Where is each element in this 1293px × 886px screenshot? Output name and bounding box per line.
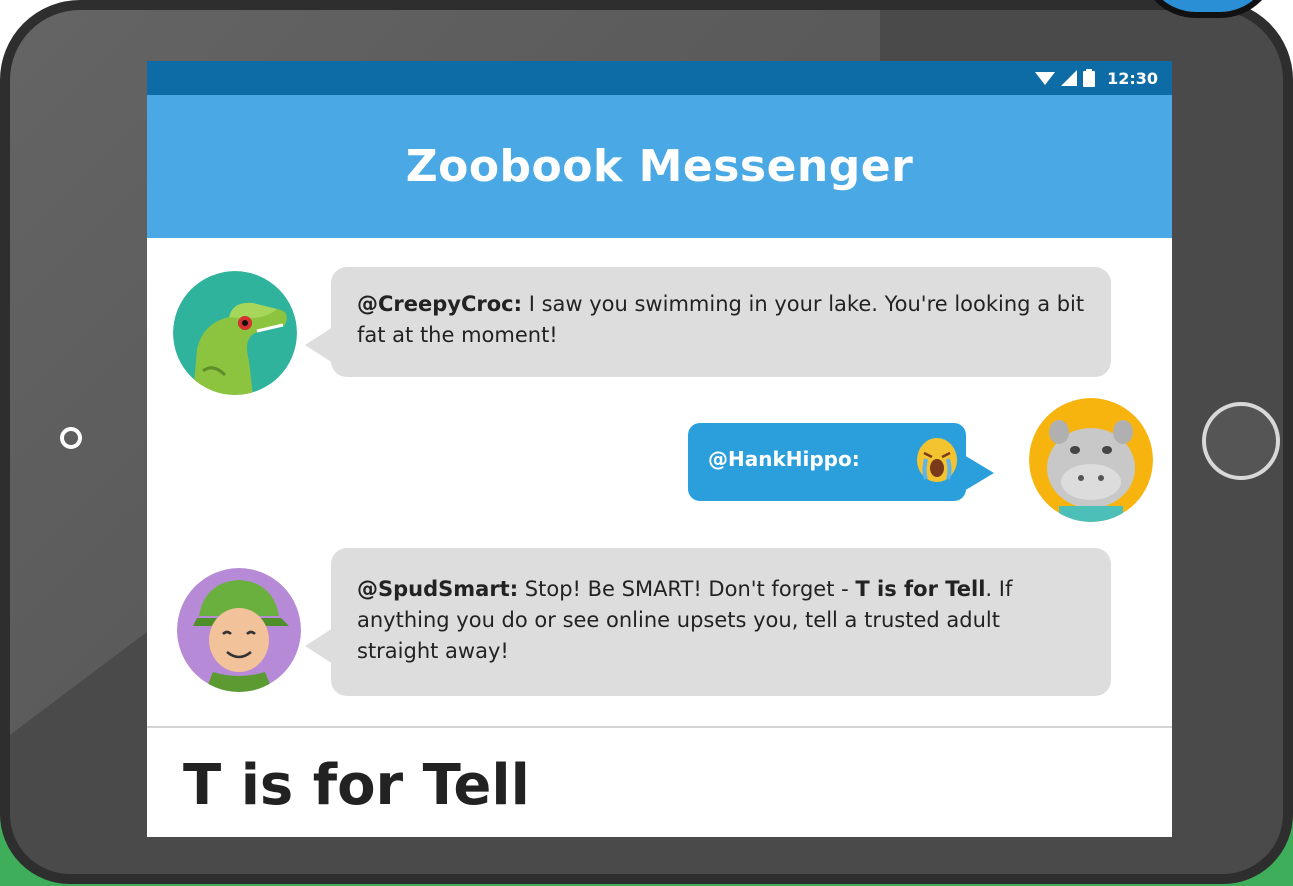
- bubble-tail: [305, 628, 333, 664]
- divider: [147, 726, 1172, 728]
- tablet-screen: 12:30 Zoobook Messenger @CreepyCroc: I s…: [147, 61, 1172, 837]
- battery-icon: [1083, 69, 1096, 87]
- status-bar: 12:30: [147, 61, 1172, 95]
- camera-dot-icon: [60, 427, 82, 449]
- status-time: 12:30: [1107, 68, 1158, 88]
- status-icons: 12:30: [1035, 67, 1158, 89]
- message-text-before: Stop! Be SMART! Don't forget -: [518, 577, 856, 601]
- app-header: Zoobook Messenger: [147, 95, 1172, 238]
- wifi-icon: [1035, 72, 1056, 85]
- message-sender: @HankHippo:: [708, 447, 860, 471]
- message-bubble-hankhippo: @HankHippo:: [688, 423, 994, 501]
- home-button[interactable]: [1202, 402, 1280, 480]
- message-text-bold: T is for Tell: [855, 577, 986, 601]
- crocodile-avatar: [173, 271, 297, 395]
- message-bubble-creepycroc: @CreepyCroc: I saw you swimming in your …: [305, 267, 1111, 377]
- bubble-tail: [305, 327, 333, 363]
- hippo-avatar: [1029, 398, 1153, 522]
- message-sender: @SpudSmart:: [357, 577, 519, 601]
- message-bubble-spudsmart: @SpudSmart: Stop! Be SMART! Don't forget…: [305, 548, 1111, 696]
- signal-icon: [1061, 70, 1078, 86]
- app-title: Zoobook Messenger: [405, 141, 914, 192]
- boy-avatar: [177, 568, 301, 692]
- bubble-tail: [964, 455, 994, 491]
- message-sender: @CreepyCroc:: [357, 292, 523, 316]
- crying-face-emoji-icon: [916, 437, 958, 488]
- footer-title: T is for Tell: [183, 753, 530, 818]
